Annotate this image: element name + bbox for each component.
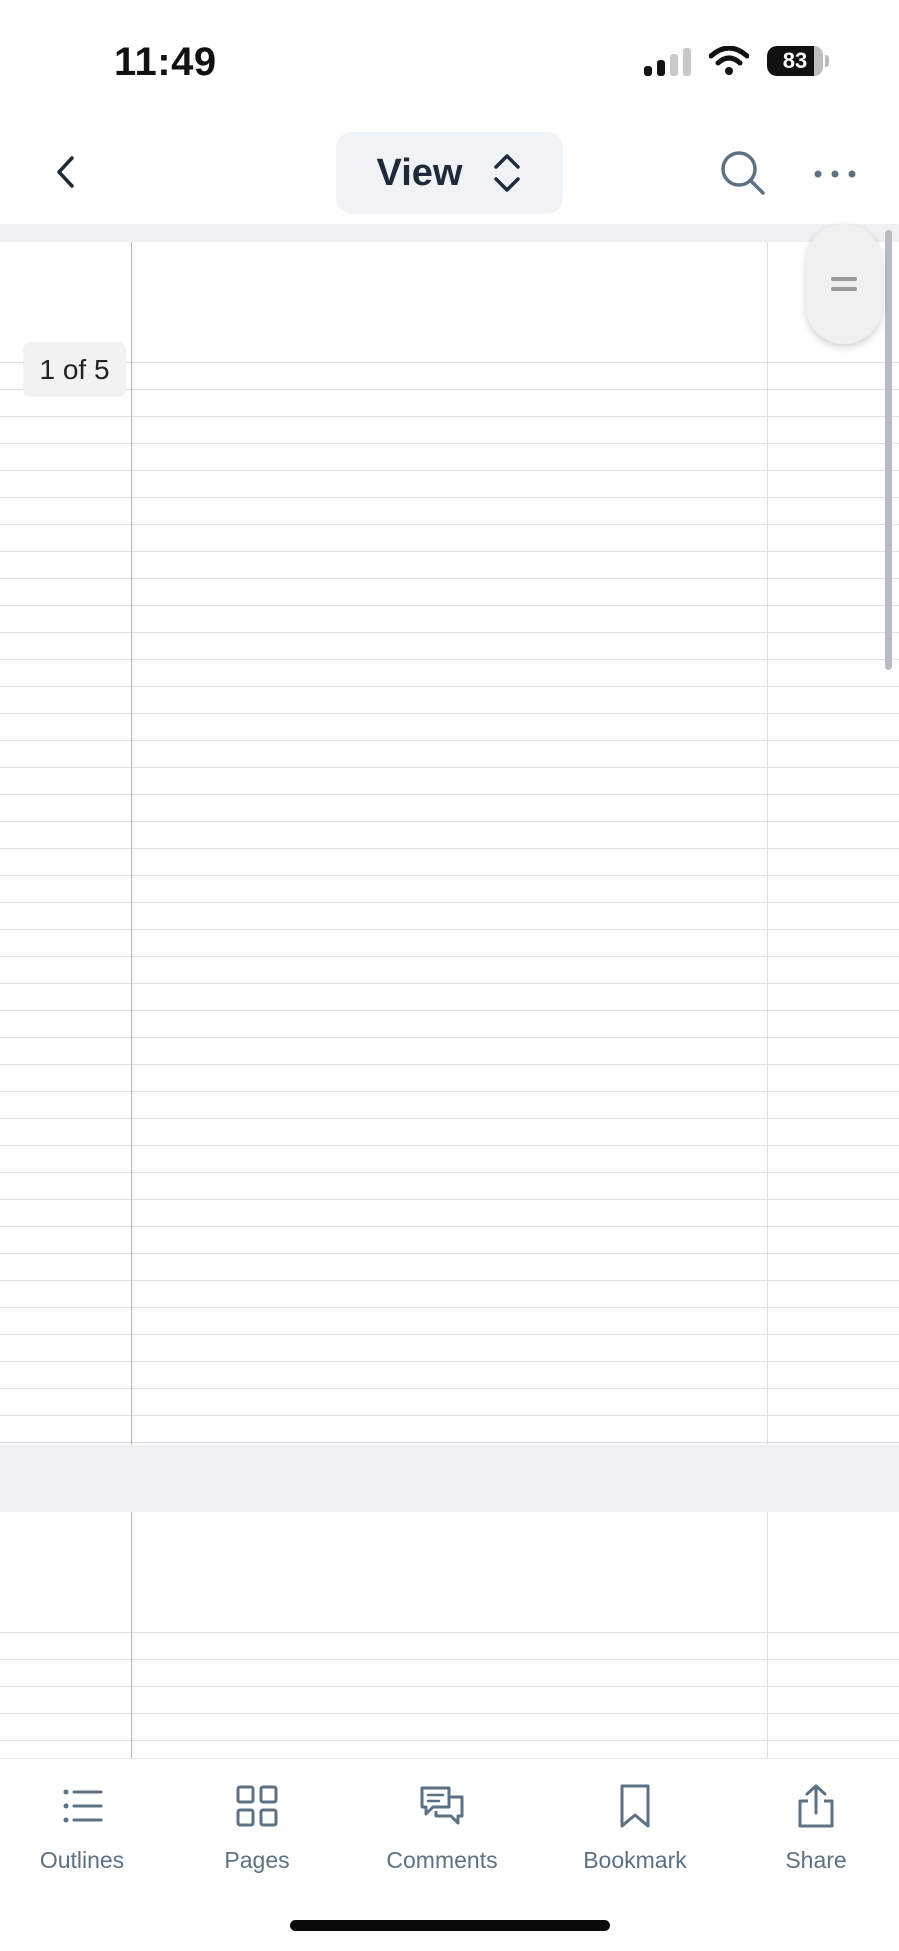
tab-label: Share xyxy=(785,1847,847,1873)
home-indicator[interactable] xyxy=(290,1920,610,1931)
right-margin-line xyxy=(767,1512,768,1758)
left-margin-line xyxy=(131,242,132,1445)
more-options-button[interactable] xyxy=(810,156,860,192)
grid-icon xyxy=(236,1785,278,1827)
ruled-lines xyxy=(0,336,899,1445)
status-icons: 83 xyxy=(644,46,829,76)
ruled-lines xyxy=(0,1606,899,1758)
scroll-handle[interactable] xyxy=(806,224,882,344)
tab-label: Outlines xyxy=(39,1847,125,1873)
cellular-signal-icon xyxy=(644,46,691,76)
battery-icon: 83 xyxy=(767,46,829,76)
view-mode-label: View xyxy=(376,151,463,194)
chevron-up-down-icon xyxy=(494,154,521,192)
search-button[interactable] xyxy=(718,148,768,198)
drag-grip-icon xyxy=(831,277,857,291)
search-icon xyxy=(721,151,765,195)
page-indicator: 1 of 5 xyxy=(23,342,126,397)
bookmark-icon xyxy=(620,1784,650,1828)
document-viewer[interactable] xyxy=(0,224,899,1758)
status-bar: 11:49 83 xyxy=(0,0,899,120)
tab-outlines[interactable]: Outlines xyxy=(12,1783,152,1874)
tab-share[interactable]: Share xyxy=(746,1783,886,1874)
wifi-icon xyxy=(709,46,749,75)
tab-comments[interactable]: Comments xyxy=(372,1783,512,1874)
status-time: 11:49 xyxy=(114,40,217,84)
scrollbar[interactable] xyxy=(885,230,892,670)
view-mode-button[interactable]: View xyxy=(336,132,563,214)
top-nav-bar: View xyxy=(0,120,899,224)
comments-icon xyxy=(420,1786,464,1825)
tab-pages[interactable]: Pages xyxy=(187,1783,327,1874)
back-button[interactable] xyxy=(40,142,90,202)
document-page[interactable] xyxy=(0,242,899,1445)
document-page[interactable] xyxy=(0,1512,899,1758)
tab-label: Pages xyxy=(224,1847,290,1873)
right-margin-line xyxy=(767,242,768,1445)
chevron-left-icon xyxy=(57,156,74,188)
battery-level: 83 xyxy=(782,48,808,73)
share-icon xyxy=(798,1784,834,1828)
more-horizontal-icon xyxy=(814,170,856,178)
tab-label: Comments xyxy=(386,1847,498,1873)
tab-bookmark[interactable]: Bookmark xyxy=(565,1783,705,1874)
tab-label: Bookmark xyxy=(583,1847,687,1873)
left-margin-line xyxy=(131,1512,132,1758)
list-icon xyxy=(63,1789,103,1823)
